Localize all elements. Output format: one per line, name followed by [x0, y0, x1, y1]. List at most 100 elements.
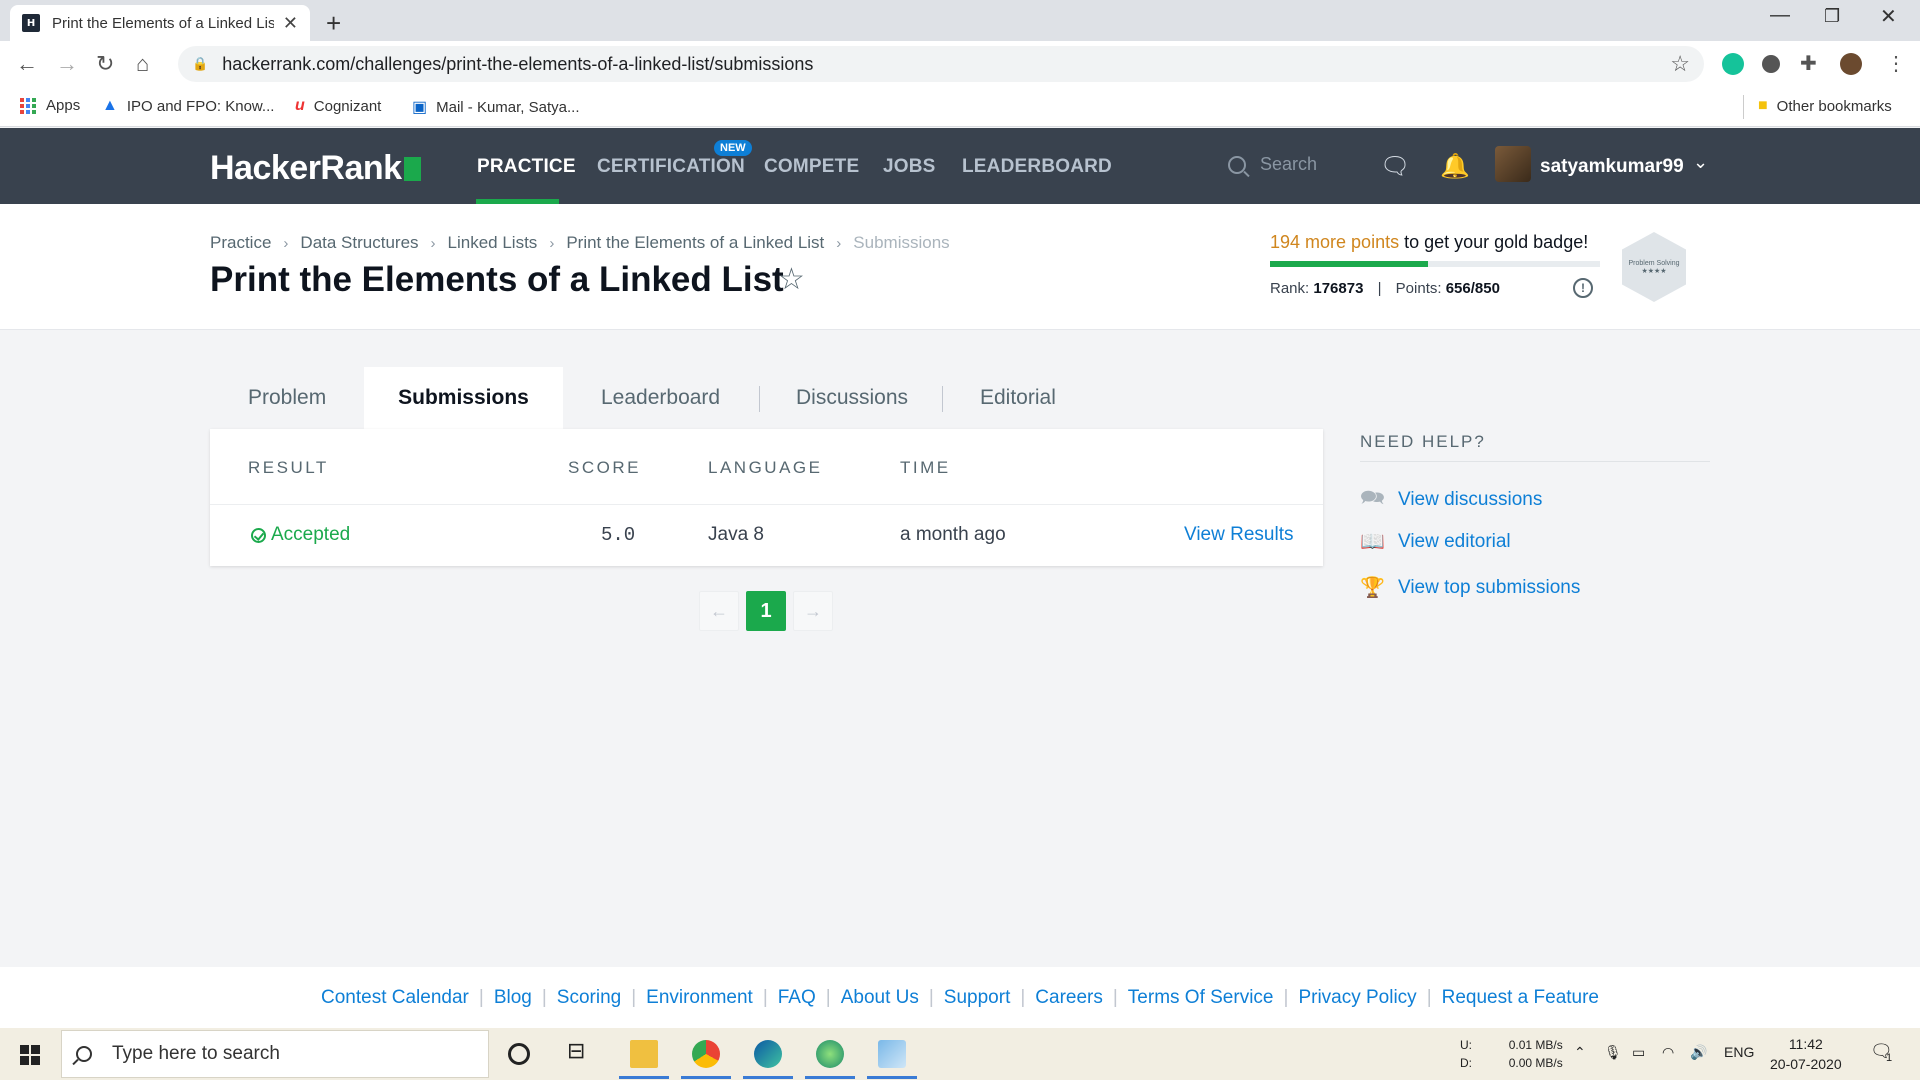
score-cell: 5.0 [601, 524, 636, 546]
view-editorial-link[interactable]: 📖 View editorial [1360, 529, 1511, 554]
windows-start-icon[interactable] [20, 1045, 40, 1065]
extensions-puzzle-icon[interactable]: ✚ [1800, 51, 1817, 76]
chevron-up-icon[interactable]: ⌃ [1574, 1044, 1586, 1061]
tab-leaderboard[interactable]: Leaderboard [601, 367, 720, 429]
bookmark-mail[interactable]: ▣ Mail - Kumar, Satya... [412, 97, 580, 117]
view-discussions-link[interactable]: 🗪 View discussions [1360, 483, 1542, 517]
footer-about-us[interactable]: About Us [841, 987, 919, 1009]
tab-submissions[interactable]: Submissions [364, 367, 563, 429]
table-divider [210, 504, 1323, 505]
footer-contest-calendar[interactable]: Contest Calendar [321, 987, 469, 1009]
language-indicator[interactable]: ENG [1724, 1044, 1754, 1060]
badge-stars: ★★★★ [1641, 267, 1667, 275]
nav-jobs[interactable]: JOBS [883, 156, 936, 178]
reload-icon[interactable]: ↻ [96, 51, 114, 77]
bookmark-cognizant[interactable]: u Cognizant [295, 97, 381, 115]
prev-page-button[interactable]: ← [699, 591, 739, 631]
profile-avatar-icon[interactable] [1840, 53, 1862, 75]
app-window-icon[interactable] [878, 1040, 906, 1068]
check-circle-icon [251, 527, 266, 543]
messages-icon[interactable]: 🗨 [1380, 152, 1410, 181]
view-results-link[interactable]: View Results [1184, 524, 1293, 546]
footer-request-feature[interactable]: Request a Feature [1442, 987, 1599, 1009]
tab-editorial[interactable]: Editorial [980, 367, 1056, 429]
nav-certification[interactable]: CERTIFICATION [597, 156, 745, 178]
footer-separator: | [825, 986, 831, 1008]
upload-speed: 0.01 MB/s [1508, 1038, 1563, 1052]
notifications-bell-icon[interactable]: 🔔 [1440, 152, 1470, 181]
footer-faq[interactable]: FAQ [778, 987, 816, 1009]
nav-leaderboard[interactable]: LEADERBOARD [962, 156, 1112, 178]
column-header-language: LANGUAGE [708, 458, 823, 477]
footer-separator: | [478, 986, 484, 1008]
edge-icon[interactable] [754, 1040, 782, 1068]
footer-environment[interactable]: Environment [646, 987, 753, 1009]
breadcrumb-challenge[interactable]: Print the Elements of a Linked List [566, 233, 824, 253]
browser-tab[interactable]: H Print the Elements of a Linked List ✕ [10, 5, 310, 41]
footer-privacy[interactable]: Privacy Policy [1298, 987, 1416, 1009]
taskbar-clock[interactable]: 11:42 20-07-2020 [1770, 1034, 1842, 1074]
taskbar-search[interactable]: Type here to search [61, 1030, 489, 1078]
footer-careers[interactable]: Careers [1035, 987, 1103, 1009]
lock-icon[interactable]: 🔒 [192, 56, 208, 72]
nav-compete[interactable]: COMPETE [764, 156, 859, 178]
info-icon[interactable]: ! [1573, 278, 1593, 298]
link-label: View editorial [1398, 530, 1511, 552]
breadcrumb-practice[interactable]: Practice [210, 233, 271, 253]
tab-problem[interactable]: Problem [248, 367, 326, 429]
header-search[interactable]: Search [1228, 154, 1317, 175]
column-header-result: RESULT [248, 458, 329, 477]
breadcrumb-data-structures[interactable]: Data Structures [300, 233, 418, 253]
column-header-score: SCORE [568, 458, 641, 477]
breadcrumb-linked-lists[interactable]: Linked Lists [448, 233, 538, 253]
new-tab-button[interactable]: + [326, 8, 341, 39]
cortana-icon[interactable] [508, 1043, 530, 1065]
page-1-button[interactable]: 1 [746, 591, 786, 631]
app-orb-icon[interactable] [816, 1040, 844, 1068]
notification-count: 1 [1886, 1052, 1893, 1064]
bookmark-ipo[interactable]: ▲ IPO and FPO: Know... [102, 97, 274, 115]
chevron-down-icon[interactable]: ⌄ [1693, 152, 1708, 173]
active-app-indicator [867, 1076, 917, 1079]
grammarly-extension-icon[interactable] [1722, 53, 1744, 75]
volume-icon[interactable]: 🔊 [1690, 1044, 1707, 1061]
nav-practice[interactable]: PRACTICE [477, 156, 576, 178]
footer-support[interactable]: Support [944, 987, 1011, 1009]
chrome-icon[interactable] [692, 1040, 720, 1068]
close-window-icon[interactable]: ✕ [1880, 4, 1897, 29]
forward-arrow-icon[interactable]: → [56, 51, 78, 77]
address-bar[interactable]: 🔒 hackerrank.com/challenges/print-the-el… [178, 46, 1704, 82]
badge-progress-bar [1270, 261, 1600, 267]
close-tab-icon[interactable]: ✕ [283, 13, 298, 34]
bookmark-other[interactable]: ■ Other bookmarks [1758, 97, 1892, 115]
username[interactable]: satyamkumar99 [1540, 156, 1684, 178]
browser-menu-icon[interactable]: ⋮ [1886, 51, 1906, 76]
file-explorer-icon[interactable] [630, 1040, 658, 1068]
problem-solving-badge[interactable]: Problem Solving ★★★★ [1622, 232, 1686, 302]
wifi-icon[interactable]: ◠ [1662, 1044, 1674, 1061]
footer-separator: | [1426, 986, 1432, 1008]
apps-grid-icon [20, 97, 36, 114]
bookmark-star-icon[interactable]: ☆ [1670, 51, 1690, 77]
back-arrow-icon[interactable]: ← [16, 51, 38, 77]
microphone-icon[interactable]: 🎙 [1604, 1044, 1622, 1061]
battery-icon[interactable]: ▭ [1632, 1044, 1645, 1061]
upload-label: U: [1460, 1038, 1472, 1052]
restore-window-icon[interactable]: ❐ [1824, 6, 1840, 27]
footer-terms[interactable]: Terms Of Service [1128, 987, 1274, 1009]
user-avatar[interactable] [1495, 146, 1531, 182]
view-top-submissions-link[interactable]: 🏆 View top submissions [1360, 575, 1580, 600]
extension-circle-icon[interactable] [1762, 55, 1780, 73]
hackerrank-logo[interactable]: HackerRank [210, 149, 421, 188]
bookmark-apps[interactable]: Apps [20, 97, 80, 114]
footer-blog[interactable]: Blog [494, 987, 532, 1009]
tab-discussions[interactable]: Discussions [796, 367, 908, 429]
download-speed: 0.00 MB/s [1508, 1056, 1563, 1070]
minimize-window-icon[interactable]: — [1770, 4, 1790, 27]
footer-scoring[interactable]: Scoring [557, 987, 621, 1009]
next-page-button[interactable]: → [793, 591, 833, 631]
home-icon[interactable]: ⌂ [136, 51, 149, 77]
bookmark-star-icon[interactable]: ☆ [778, 262, 805, 297]
bookmark-label: Cognizant [313, 97, 382, 115]
task-view-icon[interactable]: ⊟ [567, 1038, 585, 1064]
